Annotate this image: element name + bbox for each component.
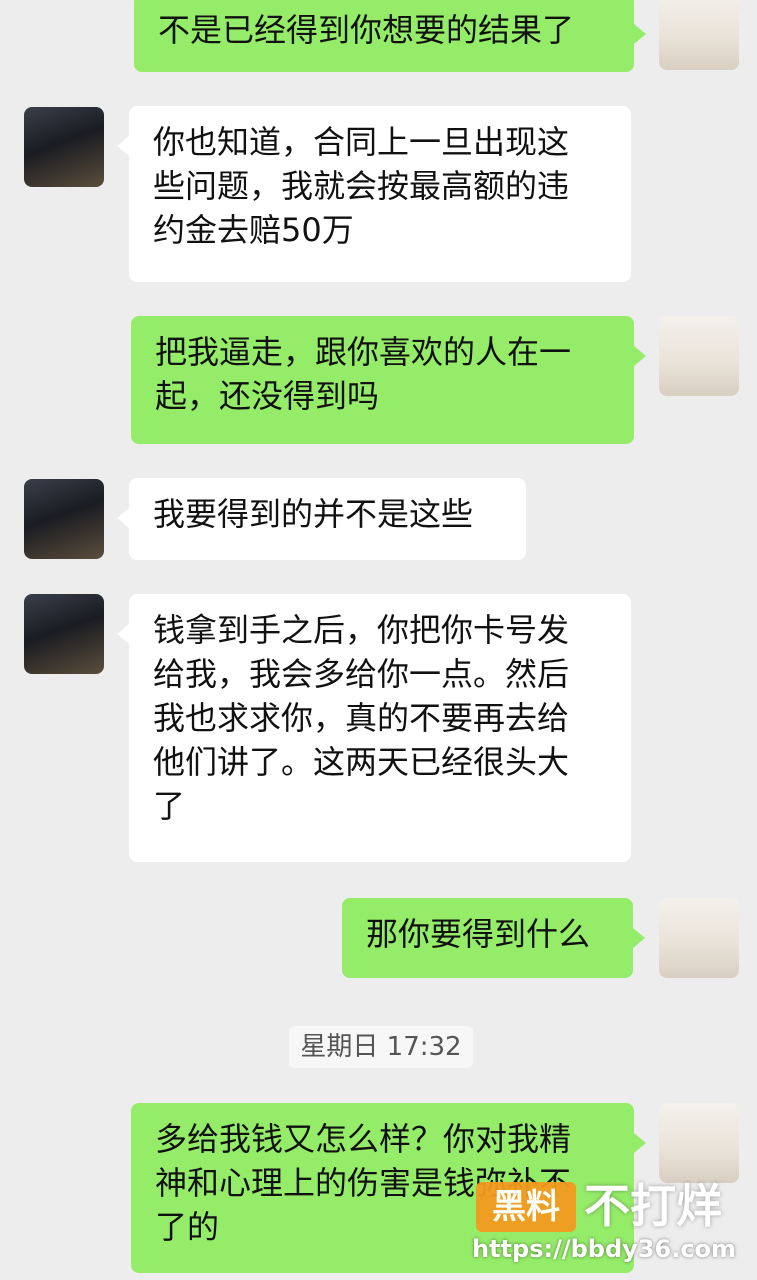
message-bubble-incoming[interactable]: 我要得到的并不是这些 xyxy=(117,478,526,560)
message-bubble-outgoing[interactable]: 把我逼走，跟你喜欢的人在一 起，还没得到吗 xyxy=(131,316,646,444)
watermark-url: https://bbdy36.com xyxy=(472,1235,737,1263)
avatar-self[interactable] xyxy=(659,316,739,396)
avatar-self[interactable] xyxy=(659,0,739,70)
watermark: 黑料 不打烊 https://bbdy36.com xyxy=(470,1178,745,1268)
timestamp-divider: 星期日 17:32 xyxy=(289,1026,473,1068)
message-bubble-outgoing[interactable]: 那你要得到什么 xyxy=(342,898,645,978)
avatar-contact[interactable] xyxy=(24,594,104,674)
watermark-text: 不打烊 xyxy=(584,1179,722,1233)
watermark-badge: 黑料 xyxy=(476,1182,576,1232)
message-bubble-incoming[interactable]: 你也知道，合同上一旦出现这 些问题，我就会按最高额的违 约金去赔50万 xyxy=(117,106,631,282)
message-bubble-incoming[interactable]: 钱拿到手之后，你把你卡号发 给我，我会多给你一点。然后 我也求求你，真的不要再去… xyxy=(117,594,631,862)
message-bubble-outgoing[interactable]: 不是已经得到你想要的结果了 xyxy=(134,0,646,72)
avatar-contact[interactable] xyxy=(24,107,104,187)
avatar-self[interactable] xyxy=(659,1103,739,1183)
avatar-contact[interactable] xyxy=(24,479,104,559)
avatar-self[interactable] xyxy=(659,898,739,978)
